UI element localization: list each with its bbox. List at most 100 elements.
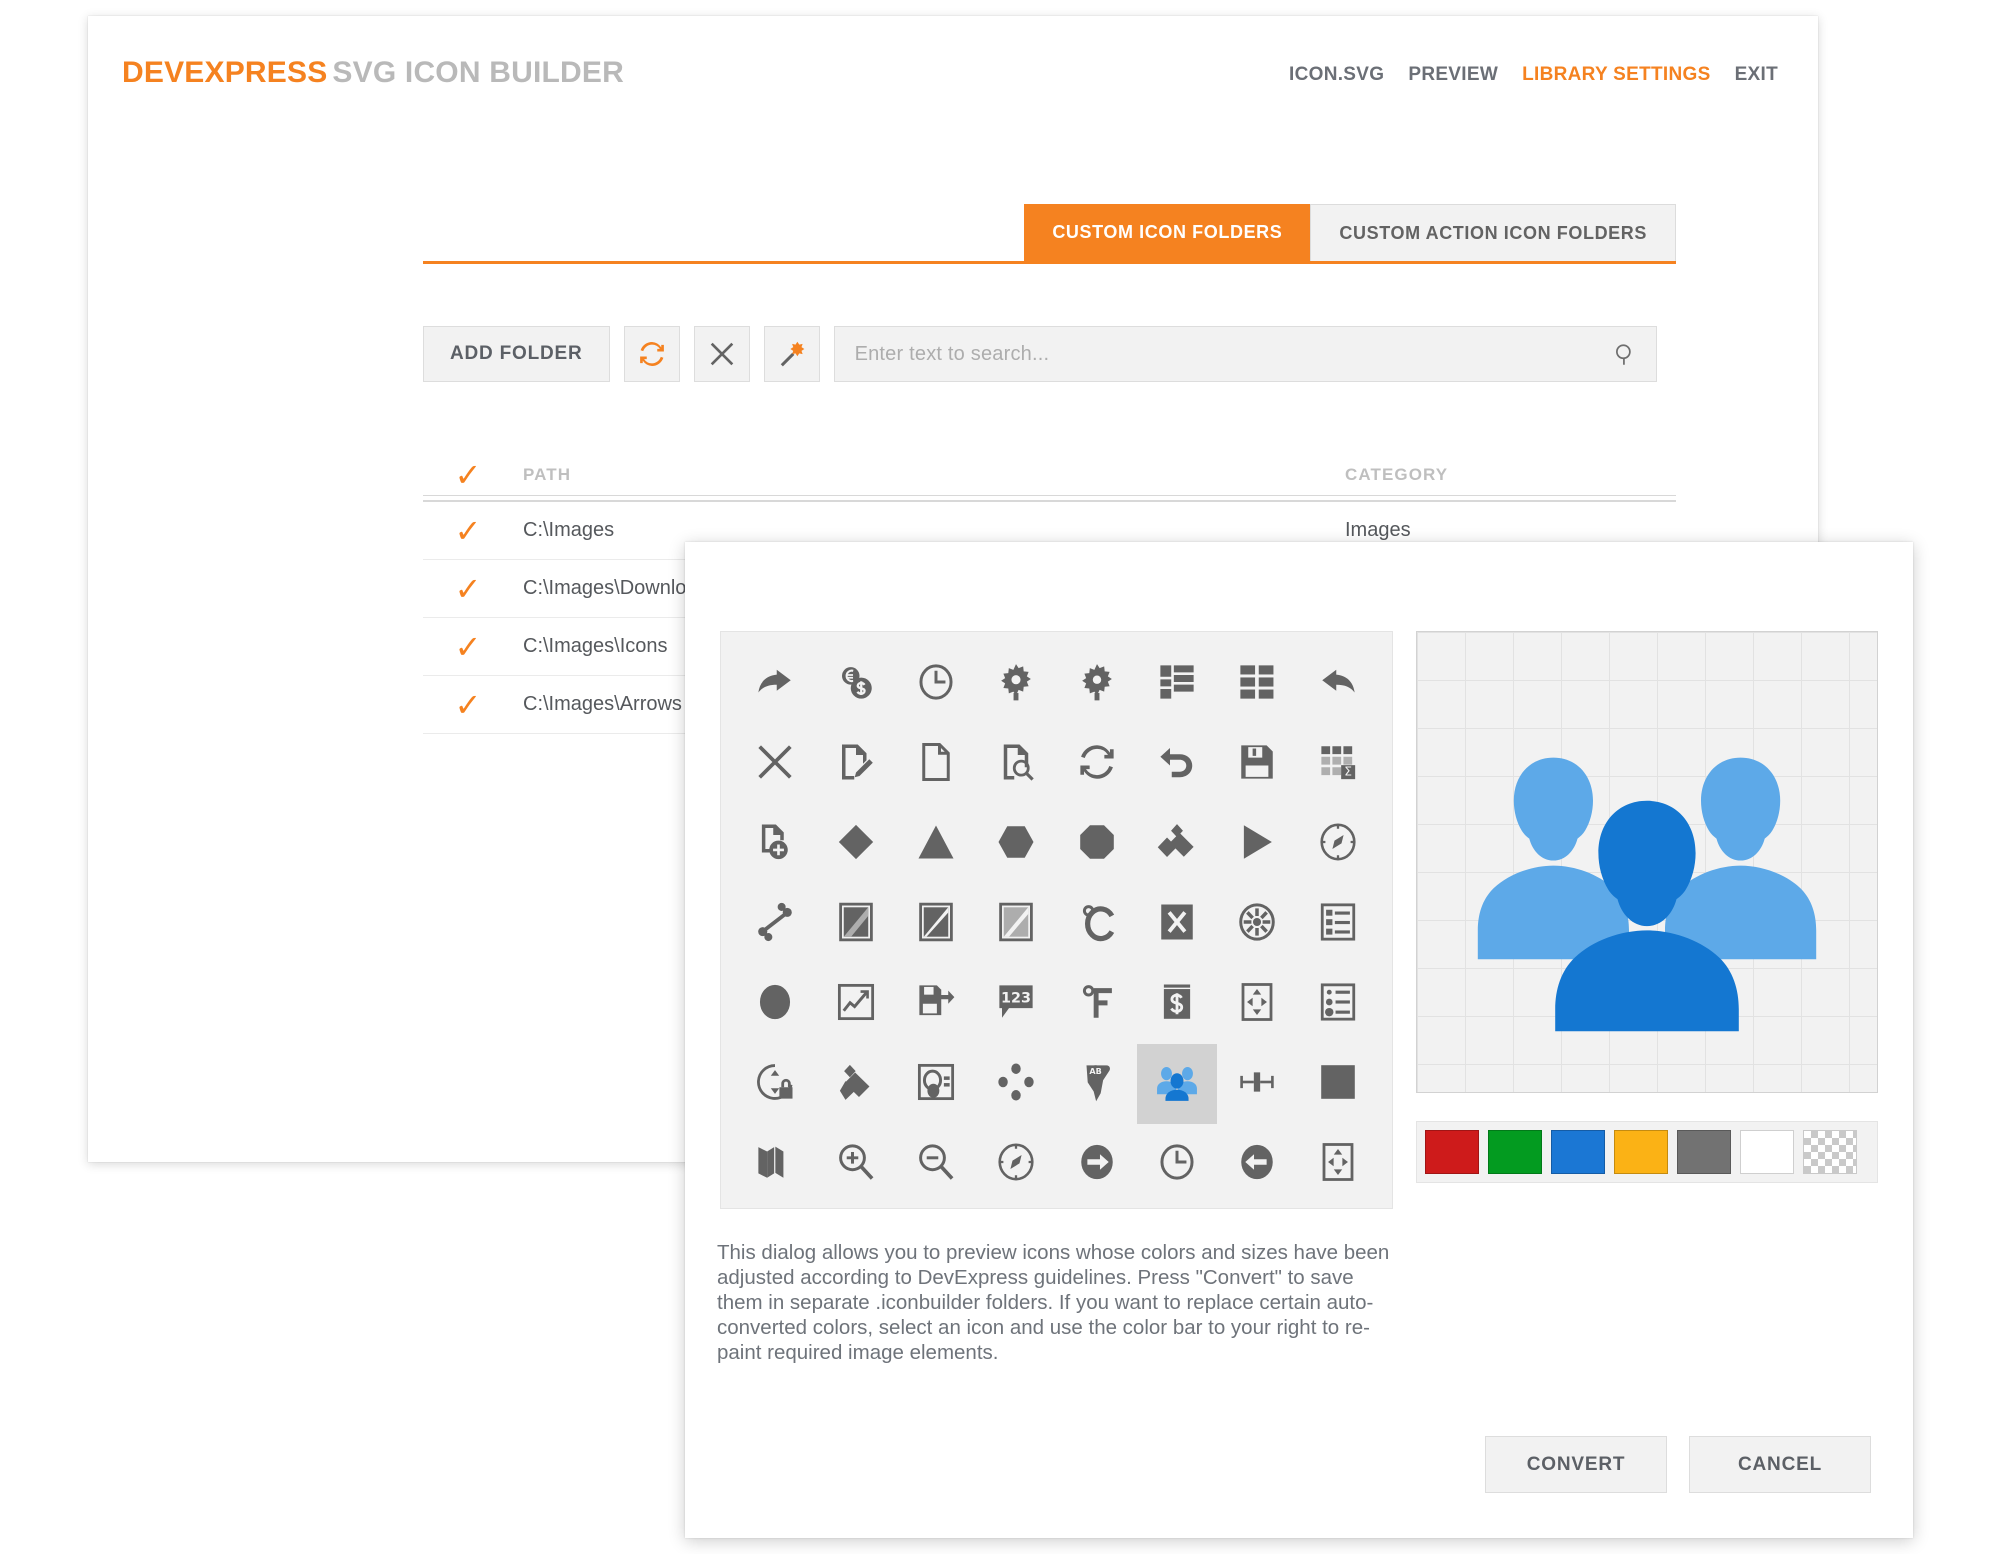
icon-cell-undo-arrow-icon[interactable] <box>1298 644 1378 724</box>
gray-swatch[interactable] <box>1677 1130 1731 1174</box>
icon-cell-currency-coins-icon[interactable] <box>815 644 895 724</box>
icon-cell-close-filled-icon[interactable] <box>1137 884 1217 964</box>
row-checkmark[interactable]: ✓ <box>423 631 513 663</box>
icon-cell-grid-sum-icon[interactable]: Σ <box>1298 724 1378 804</box>
nav-item-exit[interactable]: EXIT <box>1735 64 1778 86</box>
row-checkmark[interactable]: ✓ <box>423 573 513 605</box>
row-checkmark[interactable]: ✓ <box>423 515 513 547</box>
highlighter-icon <box>835 1061 877 1108</box>
icon-cell-connector-nodes-icon[interactable] <box>735 884 815 964</box>
people-group-icon <box>1156 1061 1198 1108</box>
grid-sum-icon: Σ <box>1317 741 1359 788</box>
tab-custom-action-icon-folders[interactable]: CUSTOM ACTION ICON FOLDERS <box>1310 204 1676 261</box>
icon-cell-chart-line-icon[interactable] <box>815 964 895 1044</box>
icon-cell-clock-icon[interactable] <box>896 644 976 724</box>
icon-cell-save-as-icon[interactable] <box>896 964 976 1044</box>
icon-cell-people-group-icon[interactable] <box>1136 1044 1218 1124</box>
icon-cell-zoom-out-icon[interactable] <box>896 1124 976 1204</box>
icon-cell-align-center-h-icon[interactable] <box>1217 1044 1297 1124</box>
icon-cell-arrow-left-circle-icon[interactable] <box>1217 1124 1297 1204</box>
red-swatch[interactable] <box>1425 1130 1479 1174</box>
icon-cell-dots-diamond-icon[interactable] <box>976 1044 1056 1124</box>
icon-cell-ellipse-filled-icon[interactable] <box>735 964 815 1044</box>
icon-cell-photo-portrait-icon[interactable] <box>896 1044 976 1124</box>
save-floppy-icon <box>1236 741 1278 788</box>
tab-custom-icon-folders[interactable]: CUSTOM ICON FOLDERS <box>1024 204 1311 261</box>
row-checkmark[interactable]: ✓ <box>423 689 513 721</box>
icon-cell-gear-icon[interactable] <box>976 644 1056 724</box>
icon-cell-gradient-box-a-icon[interactable] <box>815 884 895 964</box>
icon-cell-highlighter-icon[interactable] <box>815 1044 895 1124</box>
icon-cell-move-arrows-icon[interactable] <box>1217 964 1297 1044</box>
blue-swatch[interactable] <box>1551 1130 1605 1174</box>
new-document-icon <box>754 821 796 868</box>
clock-outline-icon <box>1156 1141 1198 1188</box>
nav-item-icon-svg[interactable]: ICON.SVG <box>1289 64 1384 86</box>
white-swatch[interactable] <box>1740 1130 1794 1174</box>
icon-cell-close-x-icon[interactable] <box>735 724 815 804</box>
icon-cell-new-document-icon[interactable] <box>735 804 815 884</box>
close-x-icon <box>754 741 796 788</box>
icon-cell-africa-ab-icon[interactable]: AB <box>1057 1044 1137 1124</box>
icon-cell-edit-document-icon[interactable] <box>815 724 895 804</box>
icon-cell-redo-arrow-icon[interactable] <box>735 644 815 724</box>
icon-cell-move-box-icon[interactable] <box>1298 1124 1378 1204</box>
icon-cell-clock-outline-icon[interactable] <box>1137 1124 1217 1204</box>
checkmark-icon: ✓ <box>454 686 482 723</box>
icon-cell-kite-shape-icon[interactable] <box>1137 804 1217 884</box>
magic-wand-button[interactable] <box>763 326 820 382</box>
icon-cell-triangle-shape-icon[interactable] <box>896 804 976 884</box>
add-folder-button[interactable]: ADD FOLDER <box>423 326 610 382</box>
play-triangle-icon <box>1236 821 1278 868</box>
icon-cell-number-123-icon[interactable]: 123 <box>976 964 1056 1044</box>
dialog-actions: CONVERT CANCEL <box>1485 1436 1871 1493</box>
icon-cell-map-icon[interactable] <box>735 1124 815 1204</box>
icon-cell-document-search-icon[interactable] <box>976 724 1056 804</box>
icon-cell-celsius-icon[interactable] <box>1057 884 1137 964</box>
search-icon[interactable] <box>1612 342 1638 373</box>
icon-cell-zoom-in-icon[interactable] <box>815 1124 895 1204</box>
icon-cell-lock-rotate-icon[interactable] <box>735 1044 815 1124</box>
square-filled-icon <box>1317 1061 1359 1108</box>
icon-cell-square-filled-icon[interactable] <box>1298 1044 1378 1124</box>
green-swatch[interactable] <box>1488 1130 1542 1174</box>
icon-cell-diamond-shape-icon[interactable] <box>815 804 895 884</box>
search-box[interactable]: Enter text to search... <box>833 326 1657 382</box>
icon-cell-grid-tiles-icon[interactable] <box>1217 644 1297 724</box>
nav-item-library-settings[interactable]: LIBRARY SETTINGS <box>1522 64 1710 86</box>
icon-cell-list-details-icon[interactable] <box>1298 884 1378 964</box>
icon-cell-list-bullets-icon[interactable] <box>1298 964 1378 1044</box>
select-all-checkmark[interactable]: ✓ <box>423 459 513 491</box>
map-icon <box>754 1141 796 1188</box>
table-header-row: ✓ PATH CATEGORY <box>423 448 1676 502</box>
refresh-button[interactable] <box>623 326 680 382</box>
icon-cell-save-floppy-icon[interactable] <box>1217 724 1297 804</box>
icon-cell-undo-curve-icon[interactable] <box>1137 724 1217 804</box>
convert-button[interactable]: CONVERT <box>1485 1436 1667 1493</box>
amber-swatch[interactable] <box>1614 1130 1668 1174</box>
cancel-button[interactable]: CANCEL <box>1689 1436 1871 1493</box>
icon-cell-compass-outline-icon[interactable] <box>976 1124 1056 1204</box>
icon-cell-hexagon-shape-icon[interactable] <box>976 804 1056 884</box>
icon-cell-gradient-box-c-icon[interactable] <box>976 884 1056 964</box>
icon-cell-arrow-right-circle-icon[interactable] <box>1057 1124 1137 1204</box>
icon-cell-dollar-book-icon[interactable] <box>1137 964 1217 1044</box>
icon-cell-compass-icon[interactable] <box>1298 804 1378 884</box>
icon-cell-refresh-icon[interactable] <box>1057 724 1137 804</box>
column-header-category[interactable]: CATEGORY <box>1345 465 1676 485</box>
column-header-path[interactable]: PATH <box>513 465 1345 485</box>
icon-cell-gear-alt-icon[interactable] <box>1057 644 1137 724</box>
icon-cell-wheel-spokes-icon[interactable] <box>1217 884 1297 964</box>
delete-button[interactable] <box>693 326 750 382</box>
zoom-out-icon <box>915 1141 957 1188</box>
icon-cell-layout-blocks-icon[interactable] <box>1137 644 1217 724</box>
search-input[interactable]: Enter text to search... <box>855 343 1050 366</box>
transparent-swatch[interactable] <box>1803 1130 1857 1174</box>
icon-cell-document-icon[interactable] <box>896 724 976 804</box>
nav-item-preview[interactable]: PREVIEW <box>1408 64 1498 86</box>
icon-cell-play-triangle-icon[interactable] <box>1217 804 1297 884</box>
icon-cell-gradient-box-b-icon[interactable] <box>896 884 976 964</box>
icon-cell-fahrenheit-icon[interactable] <box>1057 964 1137 1044</box>
icon-cell-octagon-shape-icon[interactable] <box>1057 804 1137 884</box>
document-icon <box>915 741 957 788</box>
